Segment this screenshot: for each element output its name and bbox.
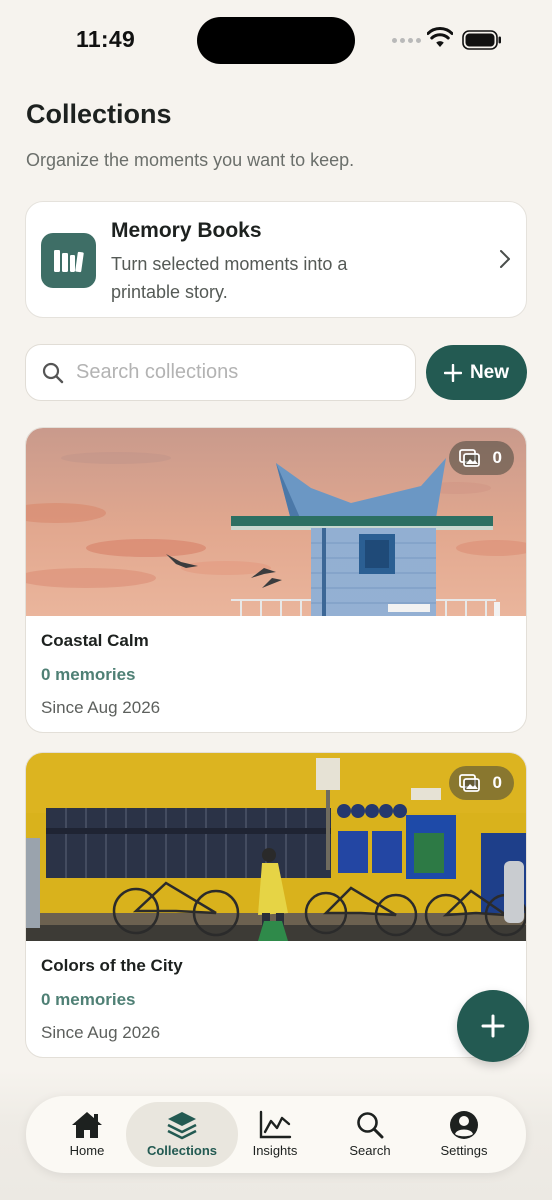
chevron-right-icon [500, 250, 510, 268]
home-icon [72, 1112, 102, 1138]
memory-books-description: Turn selected moments into a printable s… [111, 254, 348, 302]
new-collection-button[interactable]: New [426, 345, 527, 400]
collection-since-date: Since Aug 2026 [41, 698, 161, 717]
add-collection-fab[interactable] [457, 990, 529, 1062]
tab-label: Settings [440, 1143, 488, 1158]
tab-collections[interactable]: Collections [126, 1102, 238, 1167]
tab-bar: Home Collections Insights Search Setting… [26, 1096, 526, 1173]
collections-screen: 11:49 Collections Organize the moments y… [0, 0, 552, 1200]
tab-home[interactable]: Home [39, 1102, 135, 1167]
photo-count: 0 [492, 448, 502, 467]
photos-icon [458, 449, 480, 467]
search-box[interactable] [25, 344, 416, 401]
profile-icon [450, 1111, 478, 1139]
tab-label: Home [69, 1143, 105, 1158]
cellular-signal-icon [392, 38, 421, 43]
search-icon [357, 1112, 384, 1139]
layers-icon [167, 1112, 197, 1140]
tab-search[interactable]: Search [322, 1102, 418, 1167]
plus-icon [481, 1014, 505, 1038]
tab-label: Collections [146, 1143, 218, 1158]
photos-icon [458, 774, 480, 792]
collection-title: Coastal Calm [41, 631, 149, 650]
memory-count: 0 memories [41, 665, 136, 684]
collection-card[interactable]: 0 Colors of the City 0 memories Since Au… [25, 752, 527, 1058]
collection-title: Colors of the City [41, 956, 183, 975]
collection-since-date: Since Aug 2026 [41, 1023, 161, 1042]
dynamic-island [197, 17, 355, 64]
battery-icon [462, 30, 501, 50]
memory-count: 0 memories [41, 990, 136, 1009]
photo-count: 0 [492, 773, 502, 792]
photo-count-badge: 0 [448, 766, 514, 800]
tab-label: Insights [252, 1143, 298, 1158]
wifi-icon [427, 27, 453, 47]
photo-count-badge: 0 [448, 441, 514, 475]
status-bar: 11:49 [0, 0, 552, 80]
tab-label: Search [349, 1143, 391, 1158]
tab-settings[interactable]: Settings [416, 1102, 512, 1167]
search-icon [42, 362, 64, 384]
search-input[interactable] [76, 347, 406, 397]
new-button-label: New [469, 361, 510, 383]
memory-books-card[interactable]: Memory Books Turn selected moments into … [25, 201, 527, 318]
status-time: 11:49 [76, 26, 136, 52]
memory-books-title: Memory Books [111, 219, 262, 242]
page-title: Collections [26, 99, 172, 129]
page-subtitle: Organize the moments you want to keep. [26, 150, 355, 170]
books-icon [41, 233, 96, 288]
chart-icon [259, 1110, 292, 1139]
collection-card[interactable]: 0 Coastal Calm 0 memories Since Aug 2026 [25, 427, 527, 733]
plus-icon [443, 363, 462, 382]
tab-insights[interactable]: Insights [227, 1102, 323, 1167]
